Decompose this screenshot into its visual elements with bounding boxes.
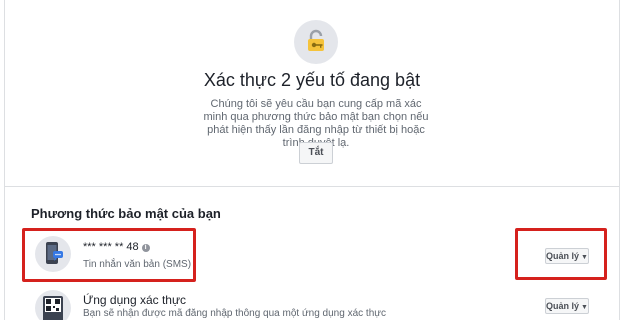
manage-sms-label: Quản lý [546,251,580,261]
two-factor-status-section: Xác thực 2 yếu tố đang bật Chúng tôi sẽ … [5,0,619,186]
phone-sms-icon [35,236,71,272]
sms-phone-number-text: *** *** ** 48 [83,241,139,253]
sms-method-label: Tin nhắn văn bản (SMS) [83,259,192,270]
info-icon[interactable]: i [141,244,150,252]
chevron-down-icon: ▼ [581,304,588,311]
sms-phone-number: *** *** ** 48 i [83,241,150,253]
two-factor-settings-panel: Xác thực 2 yếu tố đang bật Chúng tôi sẽ … [4,0,620,320]
divider [5,186,619,187]
turn-off-button[interactable]: Tắt [299,142,333,164]
authenticator-app-description: Bạn sẽ nhận được mã đăng nhập thông qua … [83,308,386,319]
chevron-down-icon: ▼ [581,254,588,261]
lock-key-icon [294,20,338,64]
authenticator-app-title: Ứng dụng xác thực [83,293,187,307]
security-method-sms: *** *** ** 48 i Tin nhắn văn bản (SMS) [31,236,601,276]
manage-authenticator-button[interactable]: Quản lý ▼ [545,298,589,314]
qr-code-icon [35,290,71,320]
security-method-authenticator: Ứng dụng xác thực Bạn sẽ nhận được mã đă… [31,290,601,320]
manage-authenticator-label: Quản lý [546,301,580,311]
manage-sms-button[interactable]: Quản lý ▼ [545,248,589,264]
page-title: Xác thực 2 yếu tố đang bật [203,70,421,90]
security-methods-heading: Phương thức bảo mật của bạn [31,206,221,221]
